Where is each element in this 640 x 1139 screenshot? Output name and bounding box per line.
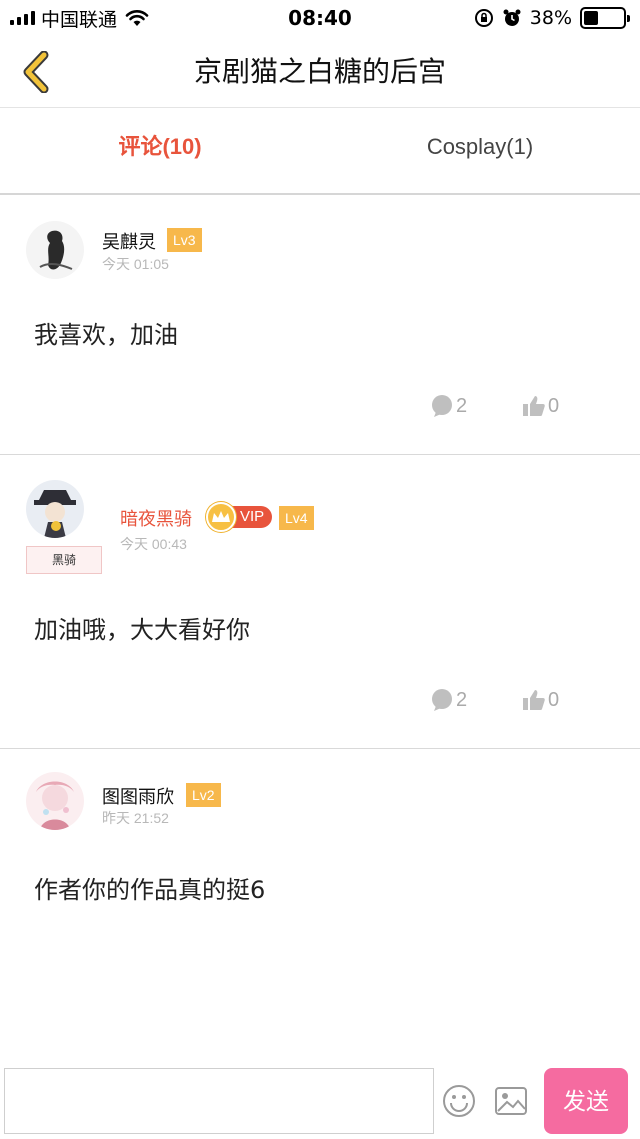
comment-item: 黑骑 暗夜黑骑 VIP Lv4 今天 00:43 加油哦，大大看好你 2 0	[0, 456, 640, 749]
vip-badge: VIP	[206, 502, 273, 532]
comment-text: 我喜欢，加油	[34, 321, 178, 349]
level-badge: Lv3	[167, 228, 202, 252]
comment-item: 图图雨欣 Lv2 昨天 21:52 作者你的作品真的挺6	[0, 750, 640, 1050]
username[interactable]: 图图雨欣	[102, 783, 174, 809]
avatar[interactable]	[26, 772, 84, 830]
image-icon[interactable]	[494, 1084, 528, 1118]
like-count: 0	[548, 394, 560, 417]
comment-text: 作者你的作品真的挺6	[34, 876, 266, 904]
username[interactable]: 吴麒灵	[102, 228, 156, 254]
like-button[interactable]: 0	[522, 688, 559, 712]
rotation-lock-icon	[474, 9, 493, 27]
chevron-left-icon[interactable]	[20, 51, 50, 93]
status-bar: 中国联通 08:40 38%	[0, 0, 640, 36]
reply-count: 2	[456, 688, 468, 711]
level-badge: Lv4	[279, 506, 314, 530]
crown-icon	[206, 502, 236, 532]
back-button[interactable]	[10, 46, 60, 98]
speech-bubble-icon	[432, 395, 452, 417]
navigation-bar: 京剧猫之白糖的后宫	[0, 36, 640, 108]
battery-icon	[580, 7, 630, 29]
comment-input[interactable]	[4, 1068, 434, 1134]
comment-time: 昨天 21:52	[102, 810, 169, 826]
avatar[interactable]	[26, 480, 84, 538]
avatar[interactable]	[26, 221, 84, 279]
nameplate-badge: 黑骑	[26, 546, 102, 574]
alarm-icon	[503, 9, 521, 26]
username[interactable]: 暗夜黑骑	[120, 505, 192, 531]
tab-cosplay[interactable]: Cosplay(1)	[320, 109, 640, 193]
smiley-icon[interactable]	[442, 1084, 476, 1118]
comment-time: 今天 00:43	[120, 536, 187, 552]
tab-comments[interactable]: 评论(10)	[0, 109, 320, 193]
signal-icon	[10, 11, 35, 25]
thumbs-up-icon	[523, 690, 545, 710]
wifi-icon	[125, 10, 149, 26]
speech-bubble-icon	[432, 689, 452, 711]
comment-item: 吴麒灵 Lv3 今天 01:05 我喜欢，加油 2 0	[0, 197, 640, 455]
comment-text: 加油哦，大大看好你	[34, 616, 250, 644]
send-button[interactable]: 发送	[544, 1068, 628, 1134]
carrier-name: 中国联通	[41, 8, 118, 31]
tab-bar: 评论(10) Cosplay(1)	[0, 109, 640, 195]
page-title: 京剧猫之白糖的后宫	[193, 55, 446, 88]
reply-button[interactable]: 2	[430, 688, 467, 712]
comment-time: 今天 01:05	[102, 256, 169, 272]
thumbs-up-icon	[523, 396, 545, 416]
like-button[interactable]: 0	[522, 394, 559, 418]
comment-input-bar: 发送	[0, 1066, 640, 1139]
battery-percent: 38%	[529, 7, 572, 29]
like-count: 0	[548, 688, 560, 711]
reply-button[interactable]: 2	[430, 394, 467, 418]
reply-count: 2	[456, 394, 468, 417]
level-badge: Lv2	[186, 783, 221, 807]
